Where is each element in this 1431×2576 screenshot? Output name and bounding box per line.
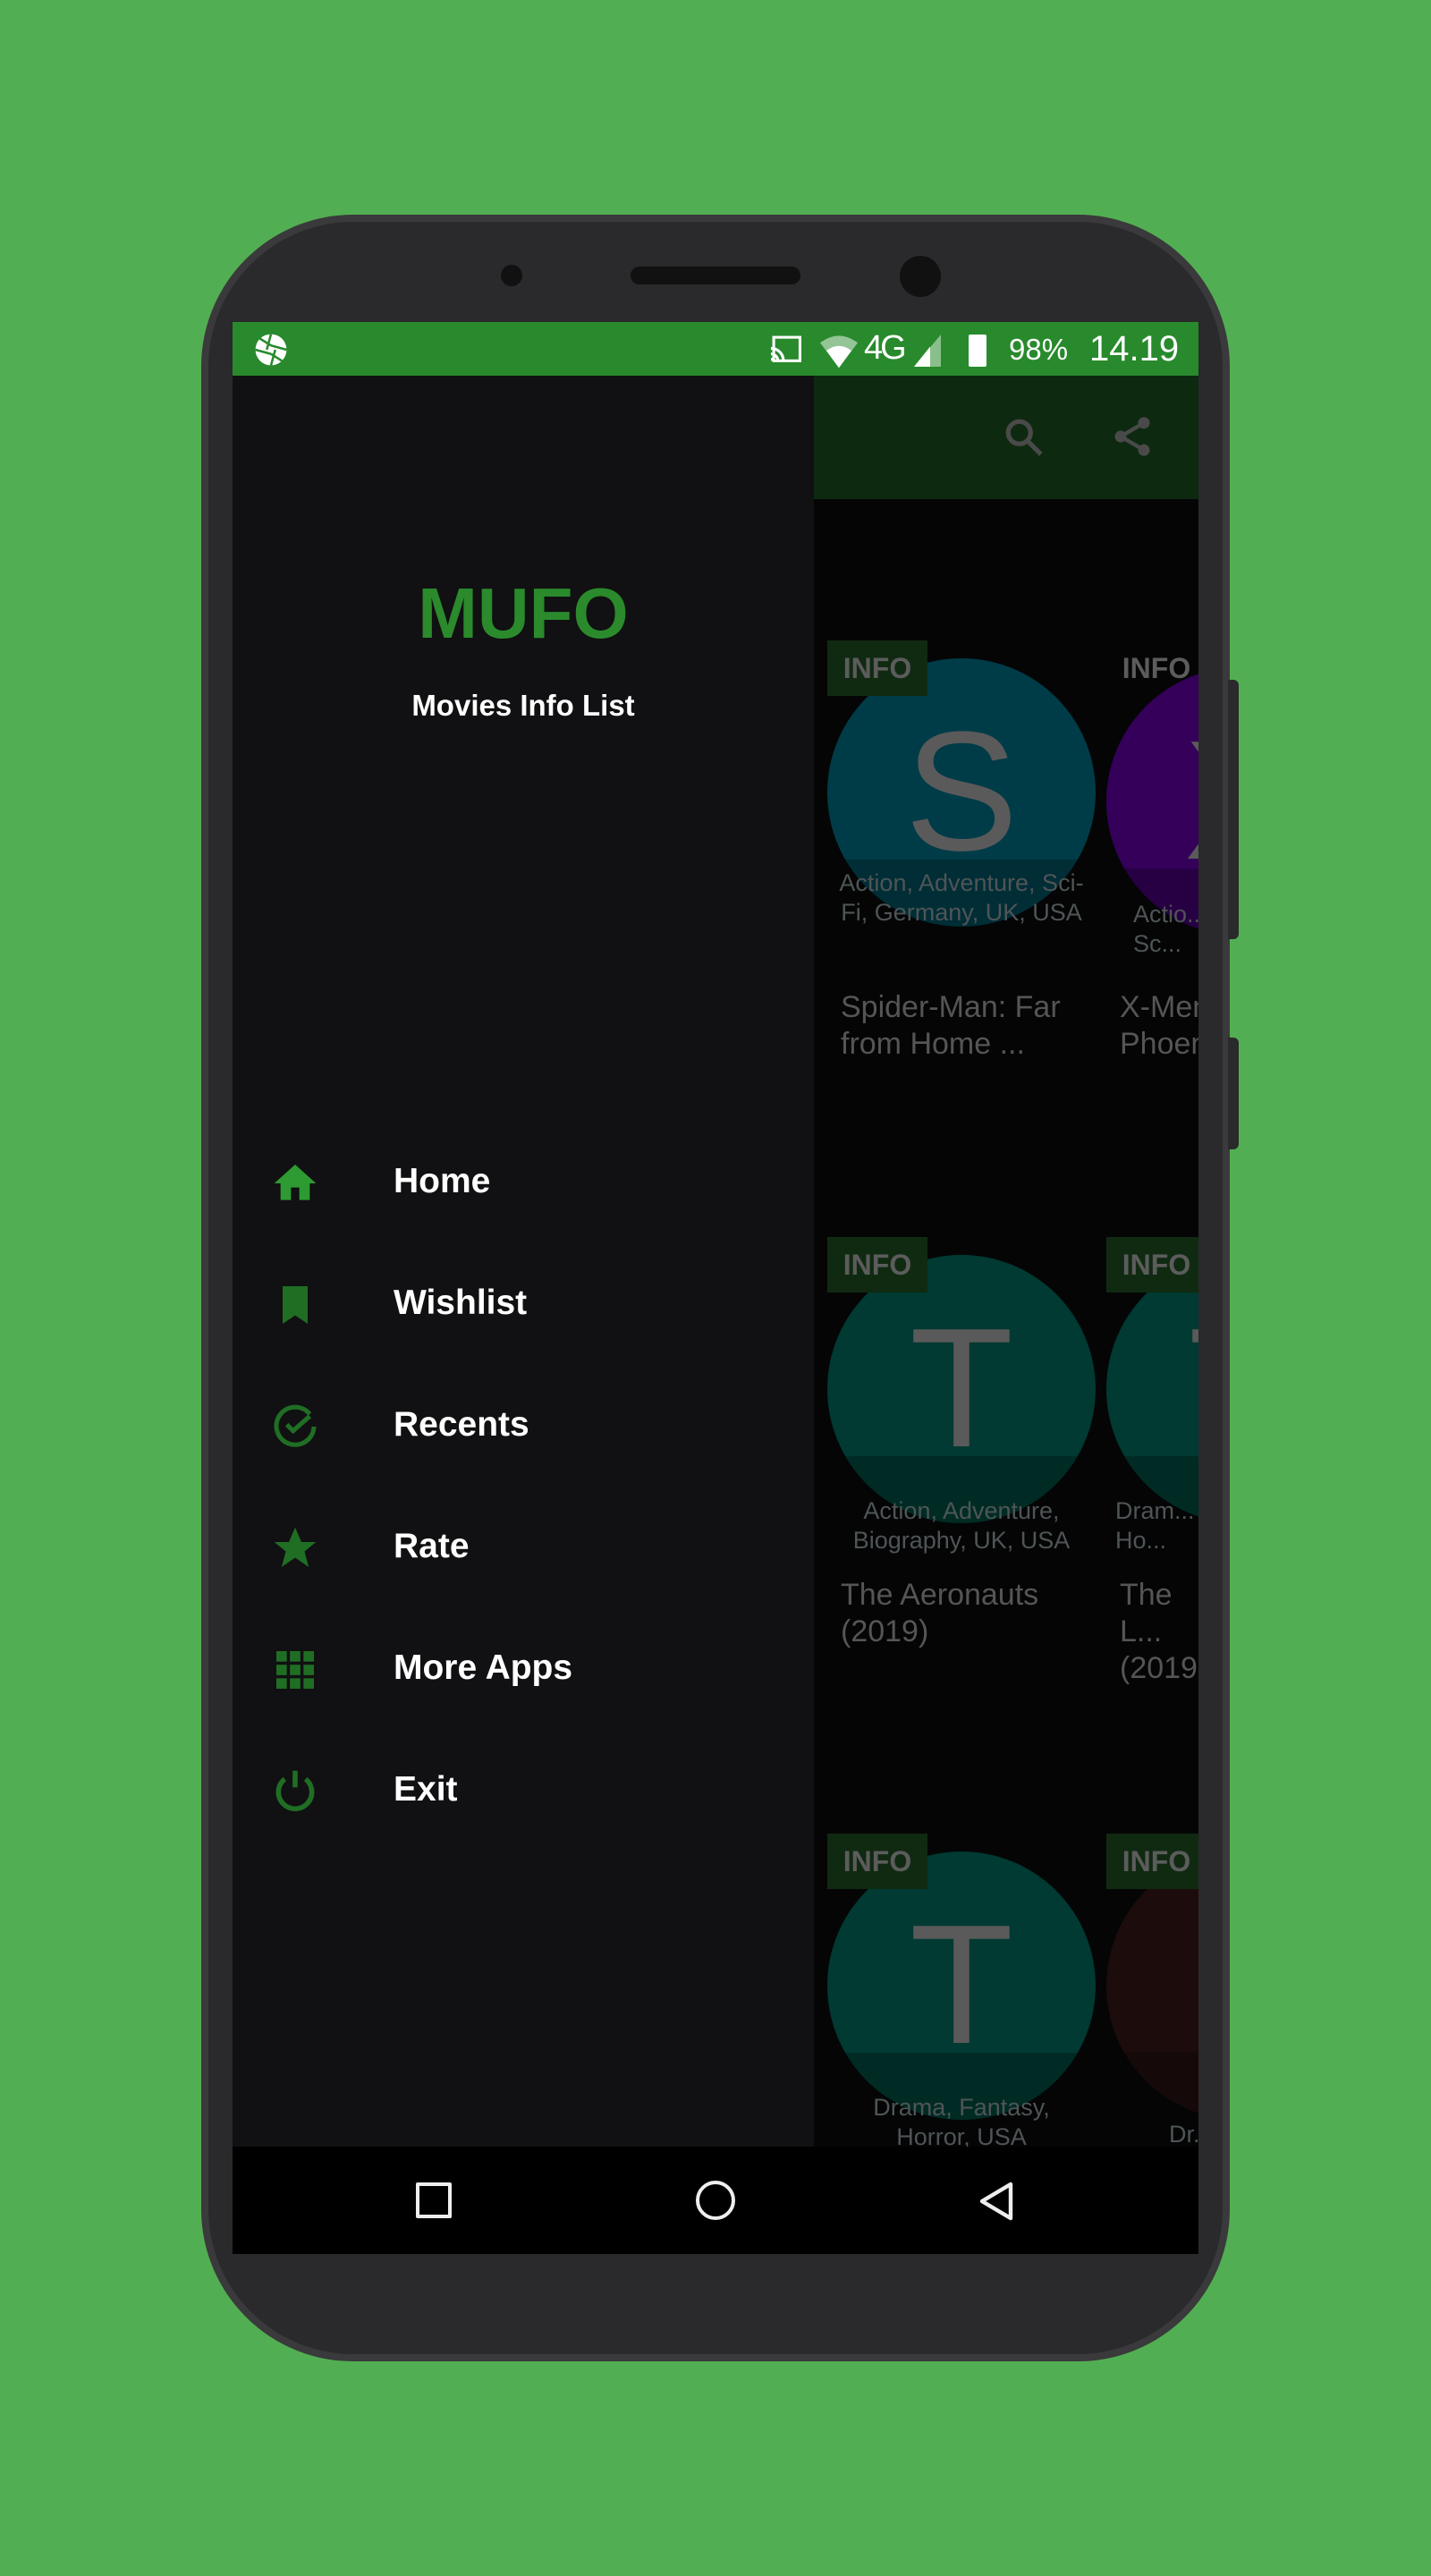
wifi-icon bbox=[820, 335, 858, 369]
grid-icon bbox=[276, 1651, 314, 1689]
back-button[interactable] bbox=[977, 2181, 1016, 2222]
drawer-item-label: Home bbox=[394, 1162, 491, 1200]
app-subtitle: Movies Info List bbox=[411, 689, 635, 722]
home-button[interactable] bbox=[696, 2181, 735, 2220]
earpiece bbox=[631, 267, 800, 284]
drawer-item-label: Exit bbox=[394, 1770, 458, 1809]
drawer-item-label: Rate bbox=[394, 1527, 470, 1565]
toolbar bbox=[814, 376, 1198, 499]
movie-genres: Actio... Sc... bbox=[1133, 901, 1198, 957]
signal-icon bbox=[914, 335, 941, 367]
bookmark-icon bbox=[283, 1286, 308, 1324]
movie-title: The L... (2019... bbox=[1120, 1578, 1198, 1685]
volume-button bbox=[1228, 680, 1239, 939]
info-badge[interactable]: INFO bbox=[827, 640, 927, 696]
info-badge[interactable]: INFO bbox=[827, 1237, 927, 1292]
drawer-item-wishlist[interactable]: Wishlist bbox=[233, 1260, 814, 1350]
movie-thumbnail: T bbox=[1106, 1255, 1198, 1523]
sensor bbox=[501, 265, 522, 286]
movie-title: X-Men Phoen... bbox=[1120, 990, 1198, 1061]
movie-thumbnail: X bbox=[1106, 667, 1198, 936]
power-icon bbox=[275, 1770, 315, 1812]
movie-genres: Dram... Ho... bbox=[1115, 1497, 1195, 1554]
info-badge[interactable]: INFO bbox=[1106, 640, 1198, 696]
aperture-icon bbox=[255, 334, 287, 366]
movie-genres: Drama, Fantasy, Horror, USA bbox=[873, 2094, 1050, 2147]
movie-title: The Aeronauts (2019) bbox=[841, 1578, 1039, 1648]
home-icon bbox=[274, 1165, 317, 1200]
search-icon[interactable] bbox=[1002, 415, 1046, 460]
share-icon[interactable] bbox=[1109, 413, 1156, 460]
clock: 14.19 bbox=[1089, 329, 1180, 369]
status-bar: 4G 98% 14.19 bbox=[233, 322, 1198, 376]
movie-genres: Action, Adventure, Sci-Fi, Germany, UK, … bbox=[839, 869, 1084, 926]
drawer-item-rate[interactable]: Rate bbox=[233, 1504, 814, 1593]
navigation-drawer: MUFO Movies Info List Home Wishlist Rece… bbox=[233, 376, 814, 2200]
drawer-item-label: Wishlist bbox=[394, 1284, 528, 1322]
screen: 4G 98% 14.19 S INFO Action, Adventure, S… bbox=[233, 322, 1198, 2254]
drawer-item-exit[interactable]: Exit bbox=[233, 1747, 814, 1836]
info-badge[interactable]: INFO bbox=[827, 1834, 927, 1889]
movie-genres: Dr... bbox=[1169, 2121, 1198, 2147]
movie-thumbnail: T bbox=[827, 1255, 1096, 1523]
drawer-item-home[interactable]: Home bbox=[233, 1139, 814, 1228]
movie-thumbnail bbox=[1106, 1852, 1198, 2120]
drawer-item-label: More Apps bbox=[394, 1648, 573, 1687]
front-camera bbox=[900, 256, 941, 297]
recents-button[interactable] bbox=[416, 2182, 452, 2218]
network-type: 4G bbox=[864, 329, 907, 367]
movie-genres: Action, Adventure, Biography, UK, USA bbox=[852, 1497, 1071, 1554]
battery-level: 98% bbox=[1009, 333, 1069, 366]
app-name: MUFO bbox=[418, 573, 629, 653]
cast-icon bbox=[770, 335, 802, 362]
battery-icon bbox=[969, 335, 986, 367]
movie-thumbnail: T bbox=[827, 1852, 1096, 2120]
drawer-item-recents[interactable]: Recents bbox=[233, 1382, 814, 1471]
movie-grid: S INFO Action, Adventure, Sci-Fi, German… bbox=[814, 499, 1198, 2147]
drawer-item-label: Recents bbox=[394, 1405, 529, 1444]
info-badge[interactable]: INFO bbox=[1106, 1237, 1198, 1292]
movie-title: Spider-Man: Far from Home ... bbox=[841, 990, 1061, 1061]
star-icon bbox=[274, 1527, 317, 1567]
drawer-item-more-apps[interactable]: More Apps bbox=[233, 1625, 814, 1715]
check-circle-icon bbox=[274, 1404, 317, 1447]
system-nav-bar bbox=[233, 2147, 1198, 2254]
power-button bbox=[1228, 1038, 1239, 1149]
info-badge[interactable]: INFO bbox=[1106, 1834, 1198, 1889]
